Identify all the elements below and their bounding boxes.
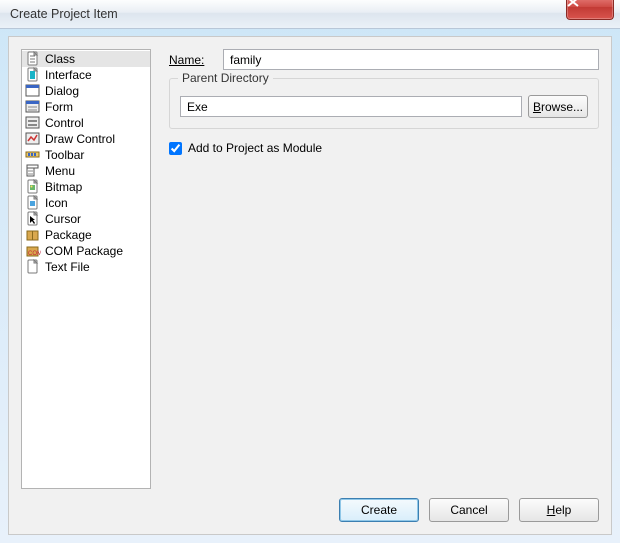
right-pane: Name: Parent Directory Browse... Add to … xyxy=(151,49,599,489)
browse-button[interactable]: Browse... xyxy=(528,95,588,118)
list-item-label: Class xyxy=(45,52,75,66)
list-item-class[interactable]: Class xyxy=(22,51,150,67)
list-item-com-package[interactable]: COM COM Package xyxy=(22,243,150,259)
list-item-label: COM Package xyxy=(45,244,123,258)
textfile-icon xyxy=(25,259,41,275)
parent-directory-row: Browse... xyxy=(180,95,588,118)
titlebar: Create Project Item xyxy=(0,0,620,29)
bitmap-icon xyxy=(25,179,41,195)
list-item-toolbar[interactable]: Toolbar xyxy=(22,147,150,163)
list-item-label: Dialog xyxy=(45,84,79,98)
list-item-bitmap[interactable]: Bitmap xyxy=(22,179,150,195)
dialog-icon xyxy=(25,83,41,99)
form-icon xyxy=(25,99,41,115)
svg-text:COM: COM xyxy=(28,251,41,257)
item-type-list[interactable]: Class Interface Dialog Form Control Draw Cont… xyxy=(21,49,151,489)
add-module-checkbox[interactable] xyxy=(169,142,182,155)
button-row: Create Cancel Help xyxy=(339,498,599,522)
content-row: Class Interface Dialog Form Control Draw Cont… xyxy=(21,49,599,489)
parent-directory-input[interactable] xyxy=(180,96,522,117)
list-item-label: Icon xyxy=(45,196,68,210)
list-item-label: Form xyxy=(45,100,73,114)
list-item-label: Draw Control xyxy=(45,132,115,146)
list-item-dialog[interactable]: Dialog xyxy=(22,83,150,99)
name-input[interactable] xyxy=(223,49,599,70)
add-module-label: Add to Project as Module xyxy=(188,141,322,155)
list-item-label: Interface xyxy=(45,68,92,82)
list-item-interface[interactable]: Interface xyxy=(22,67,150,83)
control-icon xyxy=(25,115,41,131)
list-item-label: Bitmap xyxy=(45,180,82,194)
list-item-draw-control[interactable]: Draw Control xyxy=(22,131,150,147)
help-button[interactable]: Help xyxy=(519,498,599,522)
list-item-label: Cursor xyxy=(45,212,81,226)
parent-directory-label: Parent Directory xyxy=(178,71,273,85)
interface-icon xyxy=(25,67,41,83)
client-area: Class Interface Dialog Form Control Draw Cont… xyxy=(8,36,612,535)
list-item-package[interactable]: Package xyxy=(22,227,150,243)
close-button[interactable] xyxy=(566,0,614,20)
drawcontrol-icon xyxy=(25,131,41,147)
package-icon xyxy=(25,227,41,243)
list-item-menu[interactable]: Menu xyxy=(22,163,150,179)
icon-icon xyxy=(25,195,41,211)
list-item-label: Text File xyxy=(45,260,90,274)
cancel-button[interactable]: Cancel xyxy=(429,498,509,522)
create-button[interactable]: Create xyxy=(339,498,419,522)
class-icon xyxy=(25,51,41,67)
dialog-window: Create Project Item Class Interface Dialog… xyxy=(0,0,620,543)
list-item-form[interactable]: Form xyxy=(22,99,150,115)
cursor-icon xyxy=(25,211,41,227)
list-item-label: Menu xyxy=(45,164,75,178)
menu-icon xyxy=(25,163,41,179)
list-item-label: Toolbar xyxy=(45,148,84,162)
list-item-label: Control xyxy=(45,116,84,130)
close-icon xyxy=(567,0,613,7)
list-item-control[interactable]: Control xyxy=(22,115,150,131)
add-module-row[interactable]: Add to Project as Module xyxy=(169,141,599,155)
parent-directory-group: Parent Directory Browse... xyxy=(169,78,599,129)
name-label: Name: xyxy=(169,53,213,67)
list-item-label: Package xyxy=(45,228,92,242)
window-title: Create Project Item xyxy=(10,7,118,21)
compackage-icon: COM xyxy=(25,243,41,259)
list-item-text-file[interactable]: Text File xyxy=(22,259,150,275)
name-row: Name: xyxy=(169,49,599,70)
list-item-cursor[interactable]: Cursor xyxy=(22,211,150,227)
list-item-icon[interactable]: Icon xyxy=(22,195,150,211)
toolbar-icon xyxy=(25,147,41,163)
